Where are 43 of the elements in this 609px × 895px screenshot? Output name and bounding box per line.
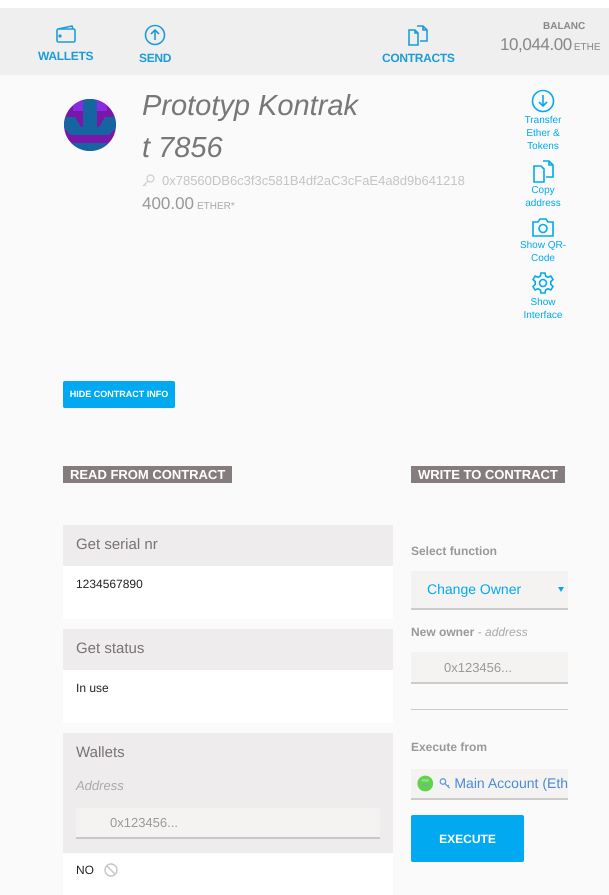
nav-tab[interactable]: CONTRACTS (382, 24, 455, 64)
settings-icon (531, 271, 555, 295)
function-name: Get status (76, 640, 146, 658)
balance-label: BALANC (543, 22, 586, 32)
field-label: Execute from (411, 739, 488, 756)
contract-action-link[interactable]: Transfer Ether & Tokens (519, 89, 567, 153)
key-icon (142, 174, 155, 188)
function-result: 1234567890 (76, 577, 143, 592)
contract-balance-unit: ETHER* (197, 200, 235, 214)
up-arrow-circle-icon (144, 24, 166, 46)
input-label: Address (76, 777, 125, 796)
caret-icon (558, 587, 564, 592)
function-result: In use (76, 681, 109, 696)
account-select[interactable]: Main Account (Eth (411, 769, 568, 800)
key-icon (438, 776, 450, 792)
contract-action-link[interactable]: Show Interface (519, 271, 567, 322)
account-identicon (417, 773, 434, 794)
contract-action-link[interactable]: Copy address (519, 159, 567, 210)
hide-contract-info-button[interactable]: HIDE CONTRACT INFO (63, 381, 175, 408)
field-label: Select function (411, 543, 498, 560)
wallet-icon (54, 24, 77, 44)
documents-icon (531, 159, 555, 183)
camera-icon (531, 216, 555, 238)
parameter-input[interactable]: 0x123456... (411, 652, 568, 684)
nav-tab[interactable]: SEND (139, 24, 172, 64)
function-name: Wallets (76, 744, 126, 762)
contract-balance: 400.00 (142, 192, 194, 214)
contract-action-link[interactable]: Show QR-Code (519, 216, 567, 265)
down-arrow-circle-icon (531, 89, 555, 113)
nav-tab[interactable]: WALLETS (38, 24, 94, 62)
prohibited-icon (104, 863, 118, 878)
contract-name: Prototyp Kontrakt 7856 (142, 89, 360, 166)
address-input[interactable]: 0x123456... (76, 808, 380, 839)
parameter-label: New owner - address (411, 624, 529, 642)
documents-icon (407, 24, 430, 46)
function-result: NO (76, 862, 94, 878)
balance-unit: ETHE (574, 41, 600, 55)
balance-amount: 10,044.00 (500, 36, 572, 53)
function-name: Get serial nr (76, 536, 159, 554)
section-heading: WRITE TO CONTRACT (411, 466, 565, 484)
execute-button[interactable]: EXECUTE (411, 815, 524, 862)
section-heading: READ FROM CONTRACT (63, 466, 232, 484)
function-select[interactable]: Change Owner (411, 571, 568, 610)
